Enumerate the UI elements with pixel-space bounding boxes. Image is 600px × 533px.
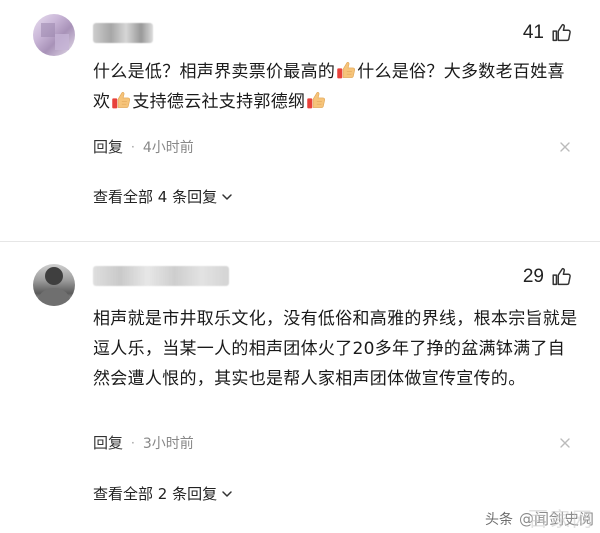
watermark: 头条 @闻剑史阅 百家网 [484, 507, 594, 531]
view-all-replies-button[interactable]: 查看全部 4 条回复 [93, 186, 233, 207]
comment-text-part: 什么是低？相声界卖票价最高的 [93, 62, 336, 82]
thumbs-up-emoji-icon [336, 60, 356, 80]
avatar[interactable] [33, 14, 75, 56]
avatar[interactable] [33, 264, 75, 306]
chevron-down-icon [222, 490, 232, 497]
like-count: 29 [522, 266, 544, 287]
thumbs-up-emoji-icon [111, 90, 131, 110]
username-redacted[interactable] [93, 266, 229, 286]
thumbs-up-emoji-icon [306, 90, 326, 110]
like-button[interactable]: 29 [523, 266, 572, 288]
like-count: 41 [522, 22, 544, 43]
timestamp: 3小时前 [142, 435, 194, 452]
comment-text-part: 支持德云社支持郭德纲 [132, 92, 306, 112]
comment-item: 29 相声就是市井取乐文化，没有低俗和高雅的界线，根本宗旨就是逗人乐，当某一人的… [0, 252, 600, 533]
separator: · [131, 139, 135, 154]
separator: · [131, 435, 135, 450]
reply-button[interactable]: 回复 [93, 136, 123, 157]
like-button[interactable]: 41 [523, 22, 572, 44]
comment-text: 什么是低？相声界卖票价最高的 什么是俗？大多数老百姓喜欢 支持德云社支持郭德纲 [93, 57, 578, 117]
comment-meta: 回复 · 3小时前 [93, 432, 572, 453]
comment-item: 41 什么是低？相声界卖票价最高的 什么是俗？大多数老百姓喜欢 支持德云社支持郭德纲… [0, 0, 600, 232]
thumbs-up-outline-icon[interactable] [550, 266, 572, 288]
thumbs-up-outline-icon[interactable] [550, 22, 572, 44]
reply-button[interactable]: 回复 [93, 432, 123, 453]
view-replies-label: 查看全部 2 条回复 [93, 485, 218, 503]
watermark-faint: 百家网 [528, 507, 594, 531]
view-replies-label: 查看全部 4 条回复 [93, 188, 218, 206]
view-all-replies-button[interactable]: 查看全部 2 条回复 [93, 483, 233, 504]
watermark-label: 头条 [484, 511, 513, 528]
chevron-down-icon [222, 193, 232, 200]
comment-divider [0, 241, 600, 242]
comment-meta: 回复 · 4小时前 [93, 136, 572, 157]
comment-text: 相声就是市井取乐文化，没有低俗和高雅的界线，根本宗旨就是逗人乐，当某一人的相声团… [93, 309, 578, 389]
username-redacted[interactable] [93, 23, 153, 43]
more-options-icon[interactable] [558, 436, 572, 450]
timestamp: 4小时前 [142, 139, 194, 156]
more-options-icon[interactable] [558, 140, 572, 154]
